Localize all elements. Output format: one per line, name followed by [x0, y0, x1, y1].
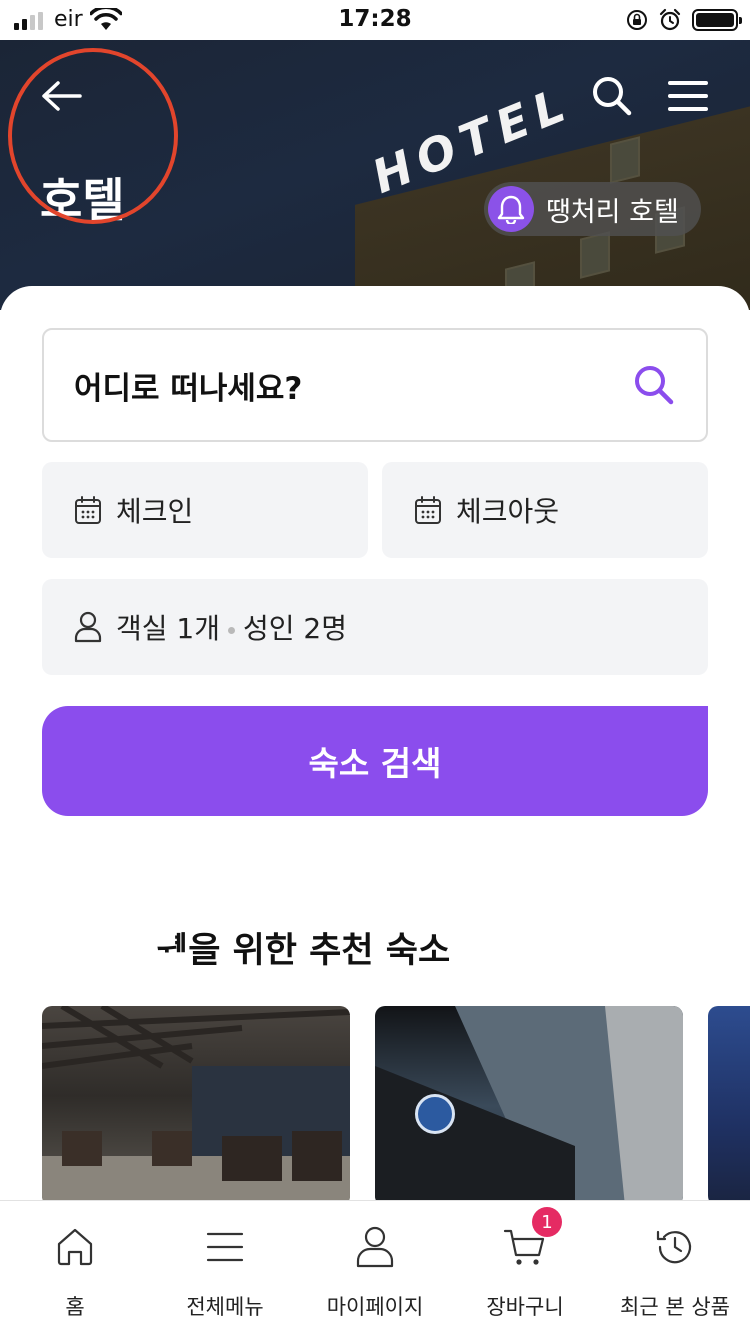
last-minute-deal-chip[interactable]: 땡처리 호텔: [484, 182, 701, 236]
back-button[interactable]: [30, 68, 94, 124]
destination-search-field[interactable]: 어디로 떠나세요?: [42, 328, 708, 442]
search-icon: [593, 77, 632, 116]
person-icon: [353, 1225, 397, 1269]
best-western-logo: [415, 1094, 455, 1134]
deal-chip-label: 땡처리 호텔: [546, 196, 679, 228]
header-search-button[interactable]: [586, 70, 638, 122]
bell-icon: [488, 186, 534, 232]
check-out-label: 체크아웃: [456, 495, 560, 528]
search-stays-button[interactable]: 숙소 검색: [42, 706, 708, 816]
home-icon: [53, 1225, 97, 1269]
search-card: 어디로 떠나세요? 체크인 체크아웃 객실 1개 성인 2명 숙소 검색 ᆌ을 …: [0, 286, 750, 1206]
menu-icon: [203, 1225, 247, 1269]
tab-home[interactable]: 홈: [0, 1201, 150, 1334]
destination-placeholder: 어디로 떠나세요?: [74, 370, 303, 407]
calendar-icon: [415, 496, 441, 524]
orientation-lock-icon: [627, 10, 647, 30]
separator-dot: [228, 626, 235, 634]
check-out-field[interactable]: 체크아웃: [382, 462, 708, 558]
recommendations-title: ᆌ을 위한 추천 숙소: [156, 931, 451, 971]
recommended-stay-card[interactable]: [42, 1006, 350, 1206]
hamburger-icon: [668, 81, 708, 111]
guests-label: 성인 2명: [243, 612, 347, 645]
guests-field[interactable]: 객실 1개 성인 2명: [42, 579, 708, 675]
header-menu-button[interactable]: [660, 70, 716, 122]
hero-banner: HOTEL 호텔 땡처리 호텔: [0, 40, 750, 310]
recommended-stay-card[interactable]: [375, 1006, 683, 1206]
lounge-photo: [42, 1006, 350, 1206]
battery-icon: [692, 9, 742, 31]
alarm-icon: [659, 8, 681, 31]
tab-label: 장바구니: [486, 1295, 564, 1319]
check-in-field[interactable]: 체크인: [42, 462, 368, 558]
tab-cart[interactable]: 1 장바구니: [450, 1201, 600, 1334]
history-icon: [653, 1225, 697, 1269]
tab-label: 전체메뉴: [186, 1295, 264, 1319]
search-icon: [635, 366, 674, 405]
check-in-label: 체크인: [116, 495, 194, 528]
tab-label: 마이페이지: [326, 1295, 424, 1319]
person-icon: [74, 611, 102, 643]
rooms-label: 객실 1개: [116, 612, 220, 645]
tab-label: 최근 본 상품: [620, 1295, 730, 1319]
status-bar: eir 17:28: [0, 0, 750, 40]
bottom-tab-bar: 홈 전체메뉴 마이페이지 1 장바구니 최근 본 상품: [0, 1200, 750, 1334]
cart-count-badge: 1: [532, 1207, 562, 1237]
tab-all-menu[interactable]: 전체메뉴: [150, 1201, 300, 1334]
calendar-icon: [75, 496, 101, 524]
recommended-stay-card[interactable]: [708, 1006, 750, 1206]
arrow-left-icon: [42, 81, 82, 111]
tab-label: 홈: [65, 1295, 85, 1319]
tab-my-page[interactable]: 마이페이지: [300, 1201, 450, 1334]
tab-recently-viewed[interactable]: 최근 본 상품: [600, 1201, 750, 1334]
